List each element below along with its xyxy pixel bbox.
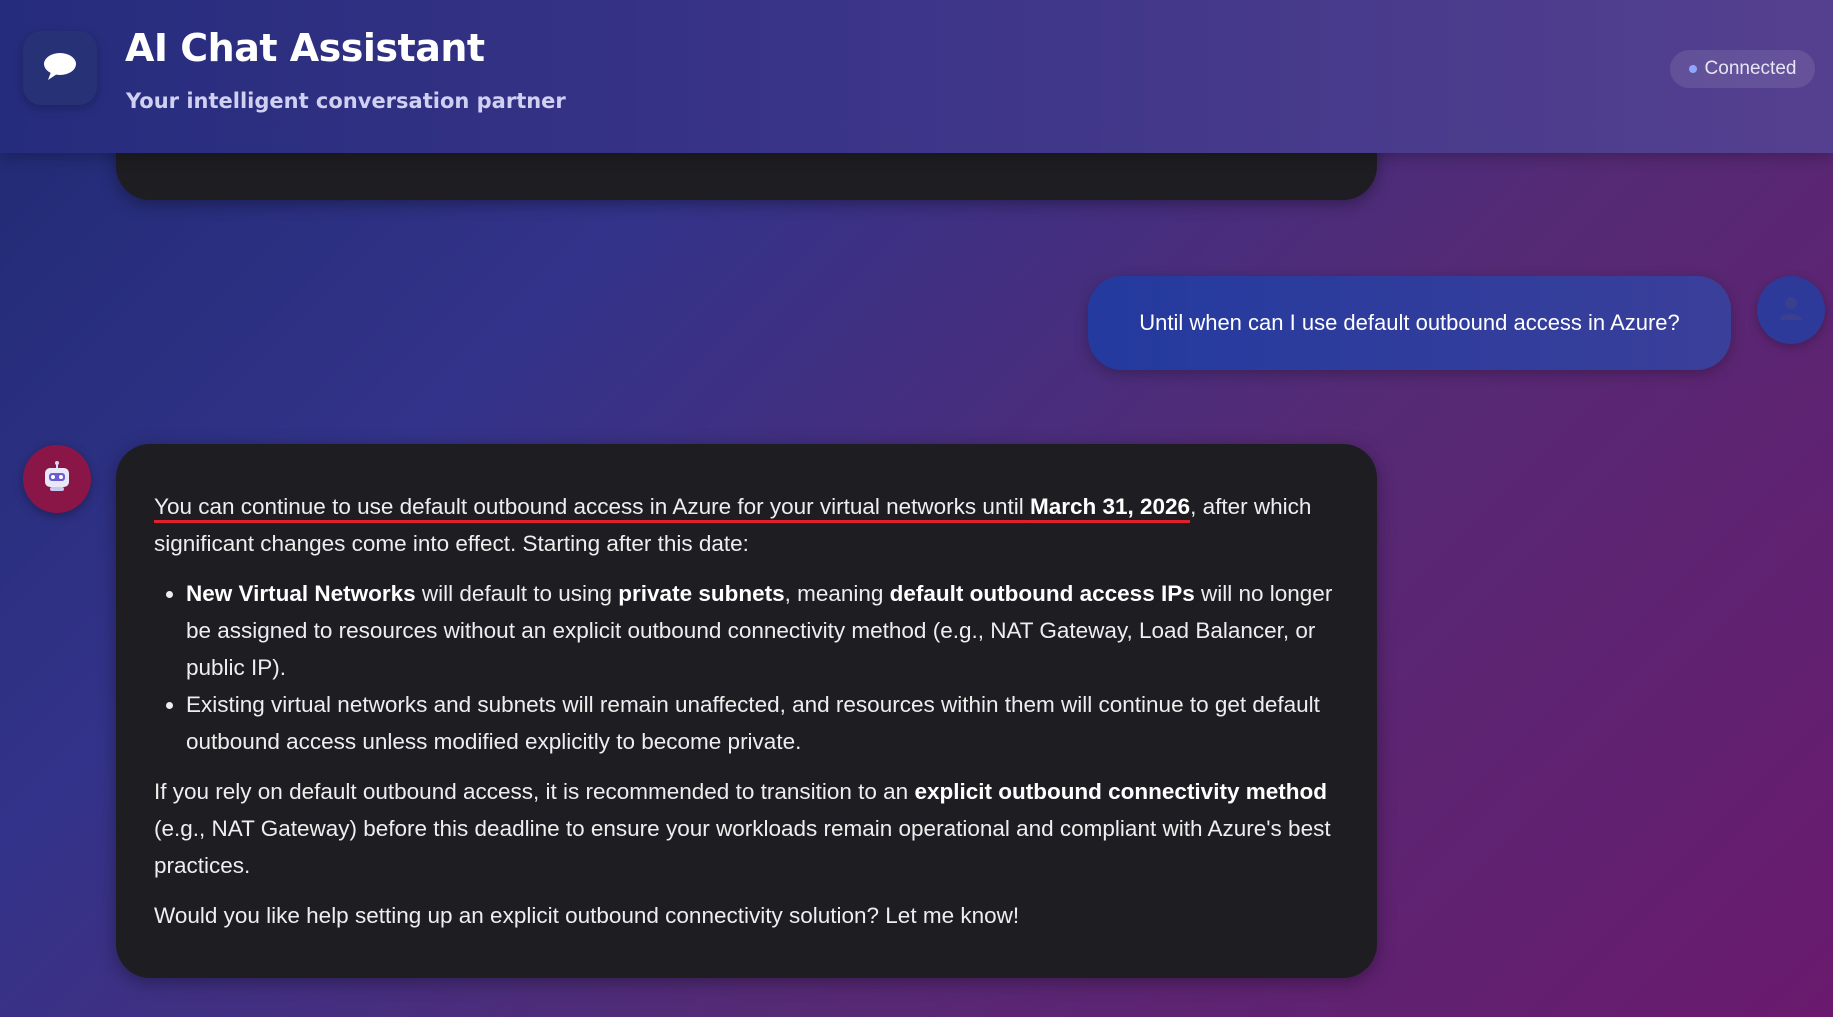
assistant-avatar [23,445,91,513]
assistant-message-bubble: You can continue to use default outbound… [116,444,1377,978]
intro-text: You can continue to use default outbound… [154,494,1030,519]
robot-icon [40,460,74,498]
user-icon [1776,293,1806,327]
assistant-intro-paragraph: You can continue to use default outbound… [154,488,1337,562]
connection-status-badge: Connected [1670,50,1815,88]
status-label: Connected [1704,58,1797,79]
paragraph-text: (e.g., NAT Gateway) before this deadline… [154,816,1331,878]
app-header: AI Chat Assistant Your intelligent conve… [0,0,1833,153]
bold-term: default outbound access IPs [889,581,1195,606]
list-text: will default to using [415,581,619,606]
deadline-date: March 31, 2026 [1029,494,1191,519]
user-avatar [1757,276,1825,344]
list-item: New Virtual Networks will default to usi… [186,575,1337,686]
bold-term: explicit outbound connectivity method [914,779,1327,804]
app-title: AI Chat Assistant [125,26,485,70]
list-text: , meaning [784,581,890,606]
app-logo [23,31,97,105]
list-item: Existing virtual networks and subnets wi… [186,686,1337,760]
bold-term: New Virtual Networks [186,581,416,606]
user-message-bubble: Until when can I use default outbound ac… [1088,276,1731,370]
list-text: Existing virtual networks and subnets wi… [186,692,1320,754]
app-subtitle: Your intelligent conversation partner [126,89,566,113]
status-dot-icon [1688,65,1697,73]
changes-list: New Virtual Networks will default to usi… [154,575,1337,760]
highlighted-answer: You can continue to use default outbound… [154,494,1190,519]
user-message-text: Until when can I use default outbound ac… [1139,310,1680,335]
recommendation-paragraph: If you rely on default outbound access, … [154,773,1337,884]
closing-paragraph: Would you like help setting up an explic… [154,903,1020,928]
bold-term: private subnets [618,581,785,606]
chat-bubble-icon [42,50,78,86]
paragraph-text: If you rely on default outbound access, … [154,779,915,804]
